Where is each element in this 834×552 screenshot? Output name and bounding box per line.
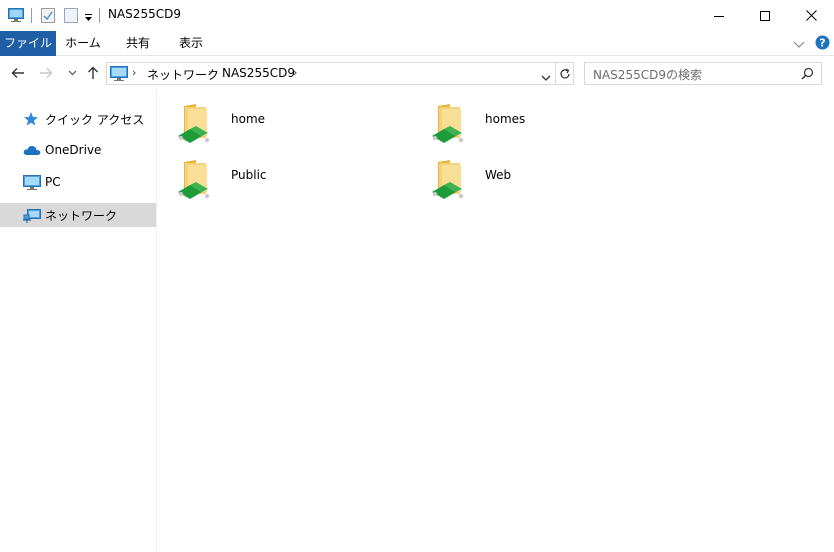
new-folder-icon[interactable] bbox=[64, 8, 78, 26]
folder-name: Public bbox=[231, 168, 267, 182]
sidebar-item-label: PC bbox=[45, 175, 61, 189]
svg-text:?: ? bbox=[819, 37, 825, 50]
folder-item-homes[interactable]: homes bbox=[412, 95, 642, 147]
up-arrow-icon bbox=[88, 66, 98, 79]
pc-monitor-icon bbox=[23, 175, 41, 191]
folder-item-web[interactable]: Web bbox=[412, 151, 642, 203]
folder-name: homes bbox=[485, 112, 526, 126]
quick-access-star-icon bbox=[23, 111, 41, 127]
recent-locations-button[interactable] bbox=[62, 63, 82, 83]
window-title: NAS255CD9 bbox=[108, 7, 181, 21]
network-location-icon bbox=[110, 66, 128, 84]
maximize-icon bbox=[760, 10, 770, 21]
folder-item-home[interactable]: home bbox=[158, 95, 388, 147]
sidebar-item-onedrive[interactable]: OneDrive bbox=[0, 139, 156, 163]
back-button[interactable] bbox=[8, 63, 28, 83]
shared-folder-icon bbox=[176, 100, 216, 146]
forward-button[interactable] bbox=[36, 63, 56, 83]
shared-folder-icon bbox=[176, 156, 216, 202]
folder-item-public[interactable]: Public bbox=[158, 151, 388, 203]
back-arrow-icon bbox=[11, 68, 24, 78]
sidebar-item-network[interactable]: ネットワーク bbox=[0, 203, 156, 227]
tab-file[interactable]: ファイル bbox=[0, 31, 56, 56]
address-bar[interactable]: › ネットワーク › NAS255CD9 › bbox=[106, 62, 556, 85]
search-placeholder: NAS255CD9の検索 bbox=[593, 68, 702, 82]
shared-folder-icon bbox=[430, 156, 470, 202]
breadcrumb-separator-icon[interactable]: › bbox=[208, 66, 212, 79]
address-dropdown-icon[interactable] bbox=[541, 71, 551, 85]
customize-qat-icon[interactable] bbox=[84, 11, 93, 25]
shared-folder-icon bbox=[430, 100, 470, 146]
tab-share[interactable]: 共有 bbox=[113, 31, 163, 56]
ribbon-tabs: ファイル ホーム 共有 表示 ? bbox=[0, 31, 834, 56]
breadcrumb-nas[interactable]: NAS255CD9 bbox=[222, 66, 295, 80]
breadcrumb-separator-icon[interactable]: › bbox=[132, 66, 136, 79]
onedrive-cloud-icon bbox=[23, 143, 41, 159]
minimize-button[interactable] bbox=[696, 0, 742, 31]
sidebar-item-quick-access[interactable]: クイック アクセス bbox=[0, 107, 156, 131]
sidebar-item-label: ネットワーク bbox=[45, 209, 118, 223]
up-button[interactable] bbox=[83, 63, 103, 83]
tab-home[interactable]: ホーム bbox=[58, 31, 108, 56]
breadcrumb-separator-icon[interactable]: › bbox=[293, 66, 297, 79]
file-list: home homes Public Web bbox=[158, 90, 834, 552]
maximize-button[interactable] bbox=[742, 0, 788, 31]
search-box[interactable]: NAS255CD9の検索 bbox=[584, 62, 822, 85]
properties-check-icon[interactable] bbox=[41, 8, 55, 26]
title-separator bbox=[99, 8, 100, 23]
close-icon bbox=[805, 10, 817, 21]
folder-name: home bbox=[231, 112, 266, 126]
qat-separator bbox=[31, 8, 32, 23]
search-icon[interactable] bbox=[801, 67, 814, 83]
chevron-down-icon bbox=[68, 70, 76, 76]
computer-icon[interactable] bbox=[8, 8, 24, 25]
refresh-icon bbox=[559, 67, 570, 78]
sidebar-item-label: クイック アクセス bbox=[45, 113, 145, 127]
folder-name: Web bbox=[485, 168, 512, 182]
close-button[interactable] bbox=[788, 0, 834, 31]
help-icon[interactable]: ? bbox=[815, 35, 830, 53]
sidebar-item-pc[interactable]: PC bbox=[0, 171, 156, 195]
expand-ribbon-icon[interactable] bbox=[793, 38, 805, 52]
network-icon bbox=[23, 207, 41, 223]
navigation-pane: クイック アクセス OneDrive PC ネットワーク bbox=[0, 90, 157, 552]
minimize-icon bbox=[714, 15, 724, 17]
refresh-button[interactable] bbox=[556, 62, 574, 85]
title-bar: NAS255CD9 bbox=[0, 0, 834, 31]
sidebar-item-label: OneDrive bbox=[45, 143, 102, 157]
tab-view[interactable]: 表示 bbox=[166, 31, 216, 56]
forward-arrow-icon bbox=[40, 68, 53, 78]
